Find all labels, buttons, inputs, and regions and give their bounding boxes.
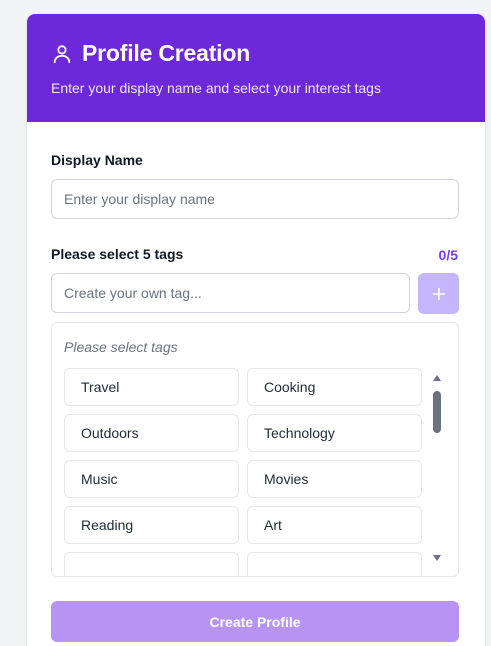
create-profile-button[interactable]: Create Profile xyxy=(51,601,459,642)
add-tag-button[interactable] xyxy=(418,273,459,314)
page-subtitle: Enter your display name and select your … xyxy=(51,80,381,96)
tags-label: Please select 5 tags xyxy=(51,246,184,262)
title-row: Profile Creation xyxy=(51,40,250,67)
display-name-input[interactable] xyxy=(51,179,459,219)
tag-counter: 0/5 xyxy=(438,247,458,263)
scroll-down-icon[interactable] xyxy=(433,555,441,561)
tag-item[interactable]: Technology xyxy=(247,414,422,452)
tag-item[interactable] xyxy=(247,552,422,576)
tag-list-hint: Please select tags xyxy=(64,339,178,355)
tag-item[interactable]: Outdoors xyxy=(64,414,239,452)
scroll-thumb[interactable] xyxy=(433,391,441,433)
user-icon xyxy=(53,44,71,63)
tag-item[interactable]: Reading xyxy=(64,506,239,544)
tag-list-scrollbar[interactable] xyxy=(430,373,444,563)
custom-tag-input[interactable] xyxy=(51,273,410,313)
tag-list: Please select tags Travel Cooking Outdoo… xyxy=(51,322,459,577)
page-title: Profile Creation xyxy=(82,40,251,66)
plus-icon xyxy=(432,287,445,300)
profile-creation-card: Profile Creation Enter your display name… xyxy=(27,14,485,646)
tag-item[interactable]: Travel xyxy=(64,368,239,406)
scroll-up-icon[interactable] xyxy=(433,375,441,381)
tag-item[interactable]: Music xyxy=(64,460,239,498)
card-header: Profile Creation Enter your display name… xyxy=(27,14,485,122)
tag-item[interactable]: Movies xyxy=(247,460,422,498)
display-name-label: Display Name xyxy=(51,152,143,168)
tag-item[interactable] xyxy=(64,552,239,576)
tag-item[interactable]: Cooking xyxy=(247,368,422,406)
tag-item[interactable]: Art xyxy=(247,506,422,544)
